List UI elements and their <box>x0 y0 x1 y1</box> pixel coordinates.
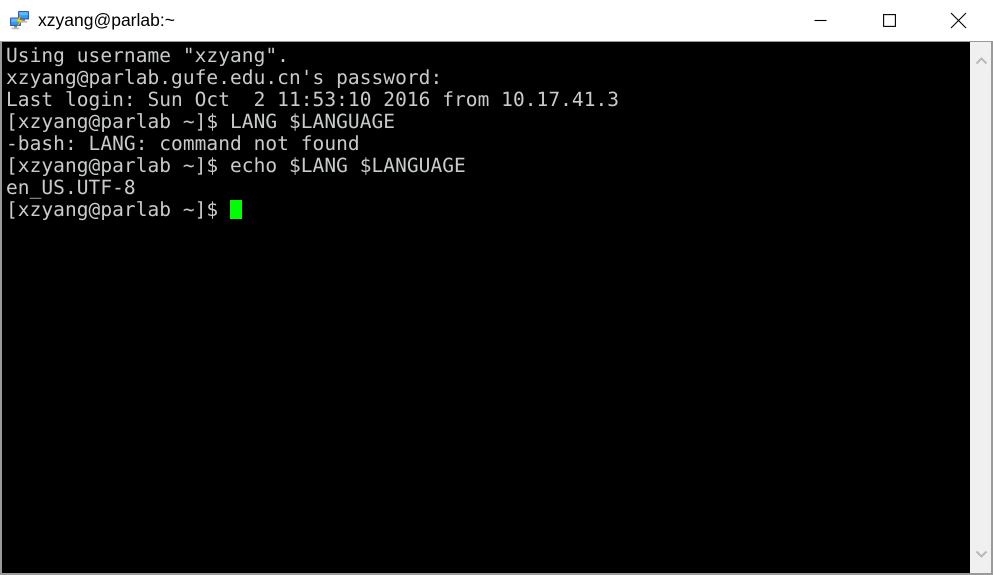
terminal-line: Using username "xzyang". <box>6 44 289 67</box>
chevron-down-icon <box>975 550 987 558</box>
terminal-line: Last login: Sun Oct 2 11:53:10 2016 from… <box>6 88 620 111</box>
terminal-prompt: [xzyang@parlab ~]$ <box>6 198 231 221</box>
maximize-icon <box>883 14 896 27</box>
window-title: xzyang@parlab:~ <box>38 9 175 30</box>
minimize-icon <box>814 19 827 22</box>
window-titlebar[interactable]: xzyang@parlab:~ <box>0 0 993 41</box>
scrollbar-up-button[interactable] <box>971 50 992 72</box>
terminal-area: Using username "xzyang". xzyang@parlab.g… <box>0 41 993 575</box>
putty-terminal-window: xzyang@parlab:~ Using username "xzyang".… <box>0 0 993 575</box>
close-button[interactable] <box>924 0 993 41</box>
terminal-line: -bash: LANG: command not found <box>6 132 360 155</box>
close-icon <box>950 12 967 29</box>
minimize-button[interactable] <box>786 0 855 41</box>
terminal-scrollbar[interactable] <box>970 42 991 573</box>
scrollbar-down-button[interactable] <box>971 543 992 565</box>
scrollbar-track[interactable] <box>970 72 991 543</box>
putty-icon <box>9 10 31 32</box>
terminal-line: xzyang@parlab.gufe.edu.cn's password: <box>6 66 443 89</box>
terminal-line: [xzyang@parlab ~]$ echo $LANG $LANGUAGE <box>6 154 466 177</box>
terminal-cursor <box>230 200 243 219</box>
terminal-screen[interactable]: Using username "xzyang". xzyang@parlab.g… <box>2 42 970 573</box>
chevron-up-icon <box>975 57 987 65</box>
terminal-prompt-line: [xzyang@parlab ~]$ <box>6 199 970 221</box>
window-controls <box>786 0 993 41</box>
terminal-line: en_US.UTF-8 <box>6 176 136 199</box>
maximize-button[interactable] <box>855 0 924 41</box>
terminal-line: [xzyang@parlab ~]$ LANG $LANGUAGE <box>6 110 396 133</box>
